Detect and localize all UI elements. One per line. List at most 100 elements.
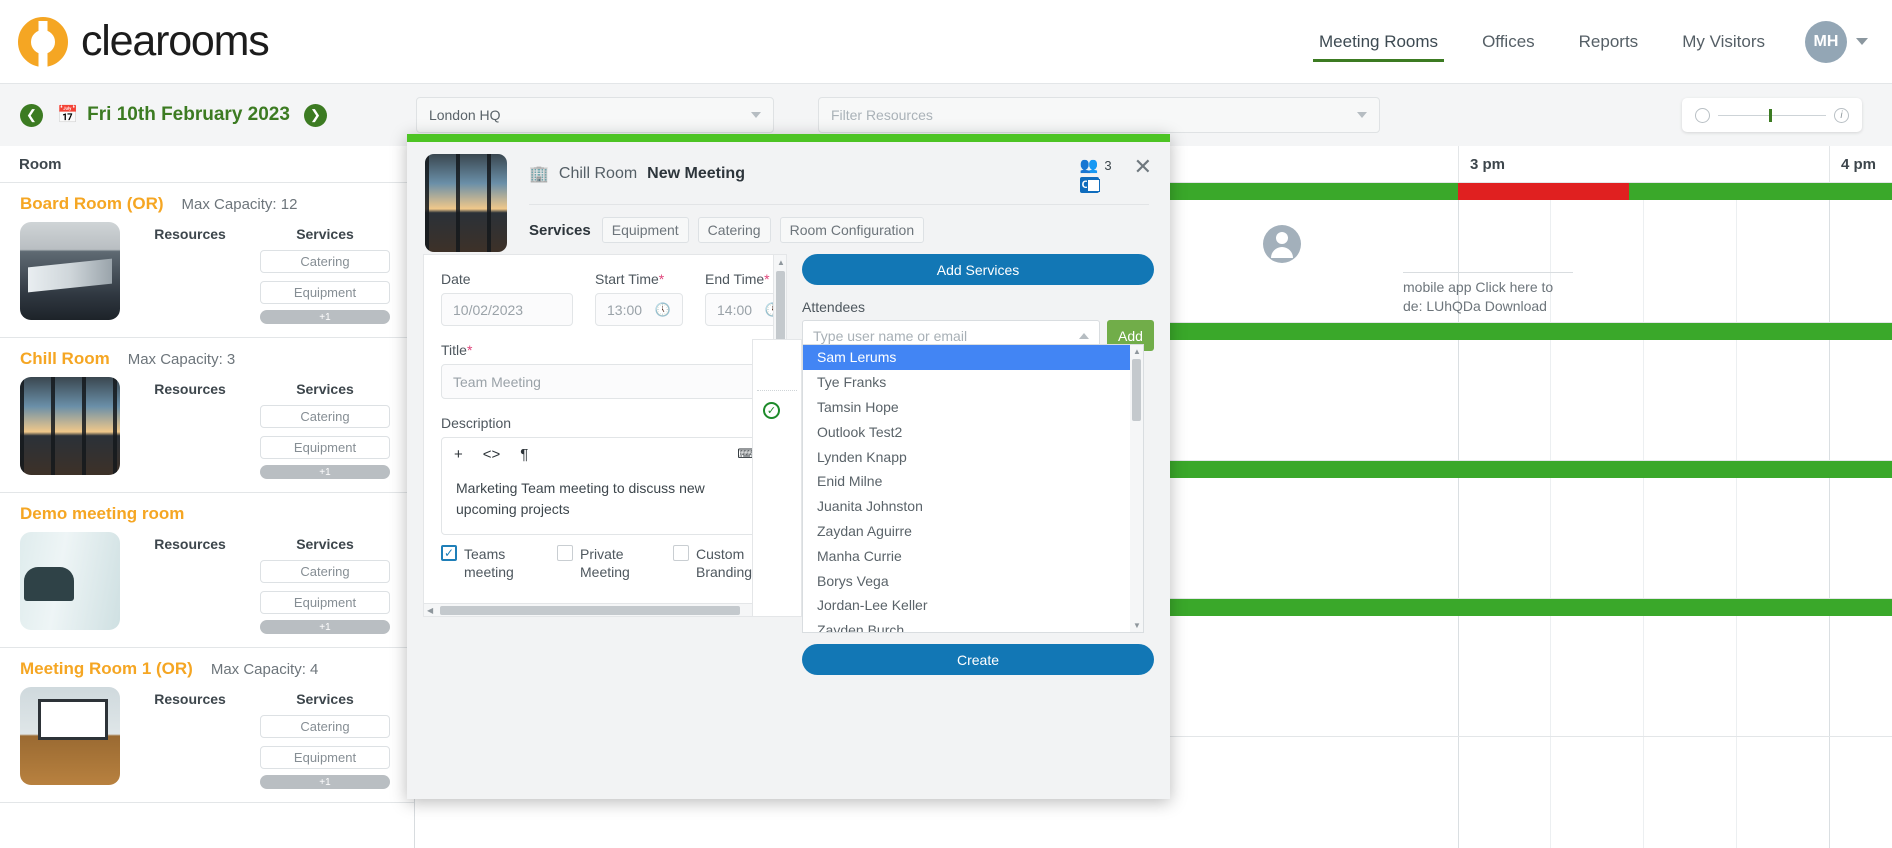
attendee-option-sam-lerums[interactable]: Sam Lerums (803, 345, 1130, 370)
chevron-up-icon[interactable] (1079, 332, 1089, 339)
hour-label-4pm: 4 pm (1841, 156, 1877, 173)
nav-item-reports[interactable]: Reports (1557, 0, 1661, 84)
service-more-badge[interactable]: +1 (260, 775, 390, 789)
add-services-button[interactable]: Add Services (802, 254, 1154, 285)
attendee-option-enid-milne[interactable]: Enid Milne (803, 469, 1130, 494)
services-attendees-panel: Add Services Attendees Type user name or… (802, 254, 1154, 351)
room-list-item[interactable]: Meeting Room 1 (OR) Max Capacity: 4 Reso… (0, 648, 414, 803)
attendees-dropdown[interactable]: Sam Lerums Tye Franks Tamsin Hope Outloo… (802, 344, 1144, 633)
service-equipment-button[interactable]: Equipment (260, 436, 390, 459)
nav-item-meeting-rooms[interactable]: Meeting Rooms (1297, 0, 1460, 84)
zoom-out-icon[interactable] (1695, 107, 1710, 123)
room-name[interactable]: Meeting Room 1 (OR) (20, 659, 193, 679)
outlook-icon[interactable]: O (1079, 177, 1100, 193)
tab-equipment[interactable]: Equipment (601, 217, 689, 243)
horizontal-scroll-thumb[interactable] (440, 606, 740, 615)
filter-resources-select[interactable]: Filter Resources (817, 97, 1380, 133)
attendee-avatar-icon[interactable] (1263, 225, 1301, 263)
title-input-placeholder: Team Meeting (453, 373, 541, 390)
description-editor[interactable]: + <> ¶ ⌨ Marketing Team meeting to discu… (441, 437, 769, 535)
attendee-option-juanita-johnston[interactable]: Juanita Johnston (803, 494, 1130, 519)
title-label-text: Title (441, 342, 467, 358)
private-meeting-checkbox[interactable]: Private Meeting (557, 545, 653, 581)
dropdown-scroll-thumb[interactable] (1132, 359, 1141, 421)
attendee-option-tamsin-hope[interactable]: Tamsin Hope (803, 395, 1130, 420)
user-menu[interactable]: MH (1805, 20, 1868, 63)
room-list-item[interactable]: Board Room (OR) Max Capacity: 12 Resourc… (0, 183, 414, 338)
date-input[interactable]: 10/02/2023 (441, 293, 573, 326)
service-equipment-button[interactable]: Equipment (260, 746, 390, 769)
description-text[interactable]: Marketing Team meeting to discuss new up… (442, 470, 768, 534)
availability-panel[interactable]: ✓ (752, 339, 802, 617)
scroll-down-icon[interactable]: ▼ (1133, 621, 1141, 630)
chevron-down-icon (750, 112, 761, 118)
service-more-badge[interactable]: +1 (260, 310, 390, 324)
attendee-option-lynden-knapp[interactable]: Lynden Knapp (803, 444, 1130, 469)
paragraph-icon[interactable]: ¶ (520, 446, 528, 463)
room-name[interactable]: Board Room (OR) (20, 194, 164, 214)
checkbox-icon[interactable] (673, 545, 689, 561)
services-header: Services (296, 226, 354, 242)
modal-room-thumbnail (425, 154, 507, 252)
service-catering-button[interactable]: Catering (260, 405, 390, 428)
plus-icon[interactable]: + (454, 446, 463, 463)
info-icon[interactable] (1834, 107, 1849, 123)
create-button[interactable]: Create (802, 644, 1154, 675)
dropdown-scrollbar[interactable]: ▲ ▼ (1130, 345, 1143, 632)
chevron-left-icon[interactable]: ❮ (20, 103, 43, 127)
attendee-option-borys-vega[interactable]: Borys Vega (803, 568, 1130, 593)
zoom-slider-knob[interactable] (1768, 108, 1772, 122)
room-thumbnail (20, 377, 120, 475)
close-icon[interactable]: ✕ (1134, 156, 1152, 178)
title-label: Title* (441, 342, 769, 358)
start-time-input[interactable]: 13:00 🕔 (595, 293, 683, 326)
room-thumbnail (20, 687, 120, 785)
zoom-slider[interactable] (1682, 98, 1862, 132)
service-catering-button[interactable]: Catering (260, 250, 390, 273)
service-more-badge[interactable]: +1 (260, 465, 390, 479)
modal-title: New Meeting (647, 165, 745, 182)
date-label: Date (441, 271, 471, 287)
attendee-option-zayden-burch[interactable]: Zayden Burch (803, 618, 1130, 632)
scroll-left-icon[interactable]: ◀ (427, 606, 433, 615)
service-equipment-button[interactable]: Equipment (260, 591, 390, 614)
form-horizontal-scrollbar[interactable]: ◀ ▶ (424, 603, 773, 616)
calendar-icon: 📅 (57, 105, 79, 124)
attendee-option-manha-currie[interactable]: Manha Currie (803, 543, 1130, 568)
attendee-option-outlook-test2[interactable]: Outlook Test2 (803, 419, 1130, 444)
modal-accent-bar (407, 134, 1170, 142)
title-input[interactable]: Team Meeting (441, 364, 769, 399)
teams-meeting-checkbox[interactable]: Teams meeting (441, 545, 537, 581)
tab-catering[interactable]: Catering (697, 217, 771, 243)
required-mark: * (764, 271, 770, 287)
service-catering-button[interactable]: Catering (260, 715, 390, 738)
scroll-up-icon[interactable]: ▲ (777, 258, 785, 267)
room-name[interactable]: Chill Room (20, 349, 110, 369)
clock-icon[interactable]: 🕔 (655, 302, 671, 318)
zoom-slider-track[interactable] (1718, 108, 1826, 122)
attendee-option-jordan-lee-keller[interactable]: Jordan-Lee Keller (803, 593, 1130, 618)
service-more-badge[interactable]: +1 (260, 620, 390, 634)
attendee-option-zaydan-aguirre[interactable]: Zaydan Aguirre (803, 519, 1130, 544)
services-header: Services (296, 536, 354, 552)
room-list-item[interactable]: Chill Room Max Capacity: 3 Resources Ser… (0, 338, 414, 493)
chevron-right-icon[interactable]: ❯ (303, 103, 327, 127)
start-time-label-text: Start Time (595, 271, 659, 287)
current-date-label[interactable]: 📅 Fri 10th February 2023 (57, 104, 290, 126)
service-equipment-button[interactable]: Equipment (260, 281, 390, 304)
code-icon[interactable]: <> (483, 446, 501, 463)
room-list-item[interactable]: Demo meeting room Resources Services Cat… (0, 493, 414, 648)
room-name[interactable]: Demo meeting room (20, 504, 184, 524)
service-catering-button[interactable]: Catering (260, 560, 390, 583)
tab-services[interactable]: Services (529, 222, 593, 239)
nav-item-my-visitors[interactable]: My Visitors (1660, 0, 1787, 84)
tab-room-configuration[interactable]: Room Configuration (779, 217, 925, 243)
brand-logo[interactable]: clearooms (18, 16, 270, 67)
checkbox-checked-icon[interactable] (441, 545, 457, 561)
attendee-option-tye-franks[interactable]: Tye Franks (803, 370, 1130, 395)
availability-bar-busy[interactable] (1458, 183, 1629, 200)
scroll-up-icon[interactable]: ▲ (1133, 347, 1141, 356)
nav-item-offices[interactable]: Offices (1460, 0, 1557, 84)
location-select[interactable]: London HQ (415, 97, 774, 133)
checkbox-icon[interactable] (557, 545, 573, 561)
